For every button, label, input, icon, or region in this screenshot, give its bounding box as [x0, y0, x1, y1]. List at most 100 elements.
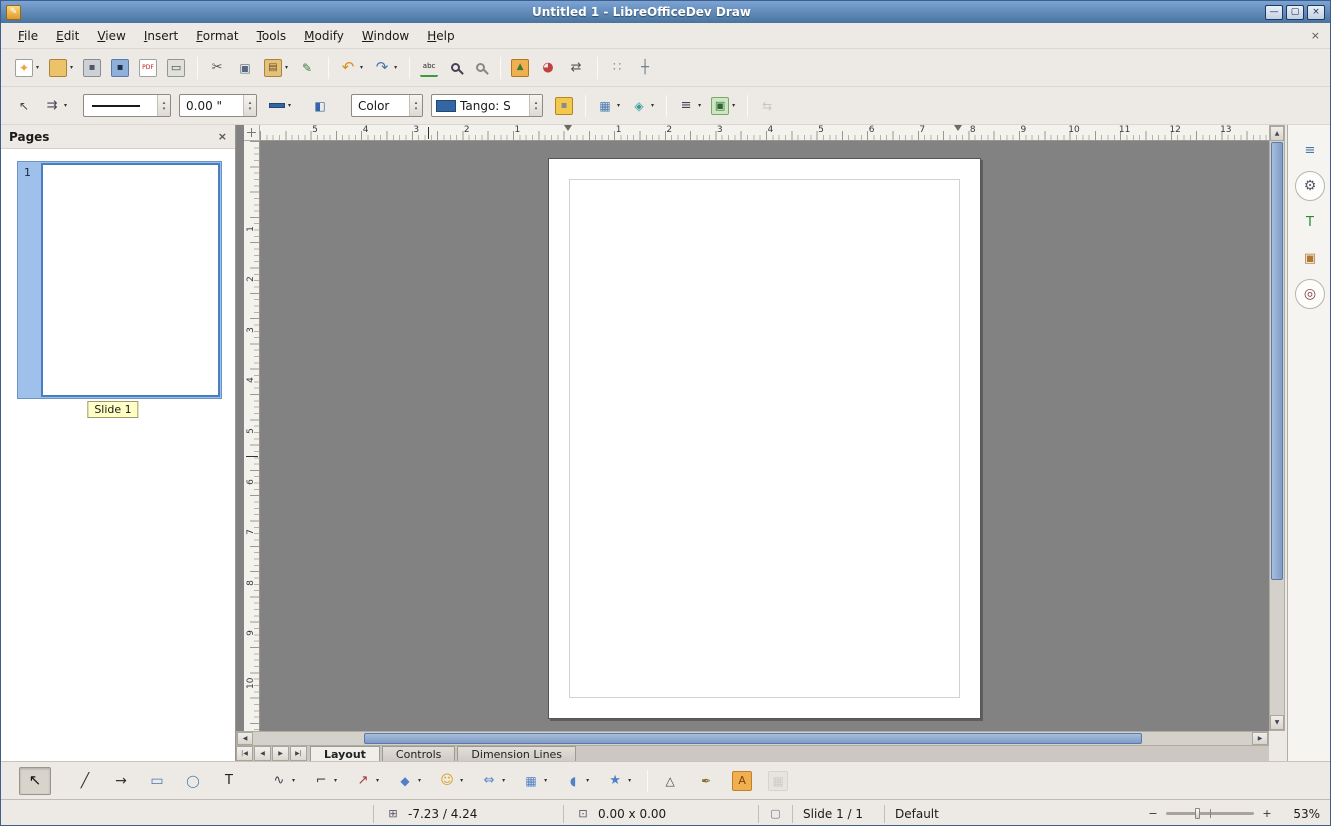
spinner-icon[interactable]: ▴▾: [529, 95, 542, 116]
dropdown-arrow-icon[interactable]: ▾: [376, 777, 379, 784]
clone-formatting-button[interactable]: ✎: [294, 55, 320, 81]
save-as-button[interactable]: ▪: [107, 55, 133, 81]
copy-button[interactable]: ▣: [232, 55, 258, 81]
horizontal-scrollbar-thumb[interactable]: [364, 733, 1142, 744]
menu-tools[interactable]: Tools: [248, 25, 296, 47]
symbol-shapes-button[interactable]: ☺▾: [431, 767, 469, 795]
select-button[interactable]: ↖: [19, 767, 51, 795]
close-panel-icon[interactable]: ×: [218, 130, 227, 143]
basic-shapes-button[interactable]: ◆▾: [389, 767, 427, 795]
print-button[interactable]: ▭: [163, 55, 189, 81]
menu-edit[interactable]: Edit: [47, 25, 88, 47]
dropdown-arrow-icon[interactable]: ▾: [288, 102, 291, 109]
find-replace-button[interactable]: [444, 55, 467, 81]
insert-line-button[interactable]: ╱: [69, 767, 101, 795]
callouts-button[interactable]: ◖▾: [557, 767, 595, 795]
paste-button[interactable]: ▤▾: [260, 55, 292, 81]
dropdown-arrow-icon[interactable]: ▾: [334, 777, 337, 784]
dropdown-arrow-icon[interactable]: ▾: [628, 777, 631, 784]
insert-chart-button[interactable]: ◕: [535, 55, 561, 81]
line-width-input[interactable]: 0.00 " ▴▾: [179, 94, 257, 117]
fill-color-select[interactable]: Tango: S ▴▾: [431, 94, 543, 117]
dropdown-arrow-icon[interactable]: ▾: [586, 777, 589, 784]
close-button[interactable]: ×: [1307, 5, 1325, 20]
dropdown-arrow-icon[interactable]: ▾: [617, 102, 620, 109]
spinner-icon[interactable]: ▴▾: [243, 95, 256, 116]
dropdown-arrow-icon[interactable]: ▾: [36, 64, 39, 71]
page-style-cell[interactable]: Default: [884, 805, 1094, 823]
scroll-up-icon[interactable]: ▲: [1270, 126, 1284, 141]
next-slide-button[interactable]: ▶: [272, 746, 289, 761]
vertical-scrollbar[interactable]: ▲ ▼: [1269, 125, 1285, 731]
arrow-style-button[interactable]: ⇉▾: [39, 93, 71, 119]
dropdown-arrow-icon[interactable]: ▾: [651, 102, 654, 109]
margin-marker-icon[interactable]: [954, 125, 962, 131]
line-ends-arrow-button[interactable]: →: [105, 767, 137, 795]
drawing-page[interactable]: [548, 158, 981, 719]
dropdown-arrow-icon[interactable]: ▾: [285, 64, 288, 71]
zoom-level[interactable]: 53%: [1278, 807, 1320, 821]
styles-button[interactable]: T: [1295, 207, 1325, 237]
insert-image-button[interactable]: ▲: [507, 55, 533, 81]
properties-button[interactable]: ⚙: [1295, 171, 1325, 201]
block-arrows-button[interactable]: ⇔▾: [473, 767, 511, 795]
previous-slide-button[interactable]: ◀: [254, 746, 271, 761]
dropdown-arrow-icon[interactable]: ▾: [418, 777, 421, 784]
lines-and-arrows-button[interactable]: ↗▾: [347, 767, 385, 795]
maximize-button[interactable]: ▢: [1286, 5, 1304, 20]
cut-button[interactable]: ✂: [204, 55, 230, 81]
zoom-slider-thumb[interactable]: [1195, 808, 1200, 819]
menu-insert[interactable]: Insert: [135, 25, 187, 47]
minimize-button[interactable]: —: [1265, 5, 1283, 20]
titlebar[interactable]: ✎ Untitled 1 - LibreOfficeDev Draw —▢×: [1, 1, 1330, 23]
spelling-button[interactable]: abc: [416, 55, 442, 81]
new-button[interactable]: ✦▾: [11, 55, 43, 81]
spinner-icon[interactable]: ▴▾: [157, 95, 170, 116]
tab-layout[interactable]: Layout: [310, 746, 380, 761]
vertical-scrollbar-thumb[interactable]: [1271, 142, 1283, 580]
ellipse-button[interactable]: ◯: [177, 767, 209, 795]
dropdown-arrow-icon[interactable]: ▾: [64, 102, 67, 109]
last-slide-button[interactable]: ▶|: [290, 746, 307, 761]
dropdown-arrow-icon[interactable]: ▾: [502, 777, 505, 784]
menu-format[interactable]: Format: [187, 25, 247, 47]
dropdown-arrow-icon[interactable]: ▾: [544, 777, 547, 784]
align-objects-button[interactable]: ≡▾: [673, 93, 705, 119]
insert-text-box-button[interactable]: T: [213, 767, 245, 795]
edit-points-button[interactable]: ↖: [11, 93, 37, 119]
navigator-button[interactable]: ◎: [1295, 279, 1325, 309]
dropdown-arrow-icon[interactable]: ▾: [732, 102, 735, 109]
flowchart-button[interactable]: ▦▾: [515, 767, 553, 795]
dropdown-arrow-icon[interactable]: ▾: [292, 777, 295, 784]
menu-file[interactable]: File: [9, 25, 47, 47]
menu-help[interactable]: Help: [418, 25, 463, 47]
line-color-button[interactable]: ▾: [265, 93, 295, 119]
tab-dimension-lines[interactable]: Dimension Lines: [457, 746, 576, 761]
redo-button[interactable]: ↷▾: [369, 55, 401, 81]
spinner-icon[interactable]: ▴▾: [409, 95, 422, 116]
scroll-right-icon[interactable]: ▶: [1252, 732, 1268, 745]
open-button[interactable]: ▾: [45, 55, 77, 81]
area-button[interactable]: ◧: [307, 93, 333, 119]
line-style-select[interactable]: ▴▾: [83, 94, 171, 117]
zoom-button[interactable]: [469, 55, 492, 81]
margin-marker-icon[interactable]: [564, 125, 572, 131]
glue-points-button[interactable]: ✒: [690, 767, 722, 795]
save-button[interactable]: ▪: [79, 55, 105, 81]
horizontal-scrollbar[interactable]: ◀ ▶: [236, 731, 1269, 746]
sidebar-settings-button[interactable]: ≡: [1295, 135, 1325, 165]
fontwork-button[interactable]: A: [726, 767, 758, 795]
fill-type-select[interactable]: Color ▴▾: [351, 94, 423, 117]
horizontal-ruler[interactable]: 5432112345678910111213: [260, 125, 1269, 141]
arrange-button[interactable]: ▣▾: [707, 93, 739, 119]
rectangle-button[interactable]: ▭: [141, 767, 173, 795]
zoom-in-button[interactable]: +: [1260, 807, 1274, 820]
gallery-button[interactable]: ▣: [1295, 243, 1325, 273]
menu-view[interactable]: View: [88, 25, 134, 47]
helplines-while-moving-button[interactable]: ┼: [632, 55, 658, 81]
zoom-out-button[interactable]: −: [1146, 807, 1160, 820]
dropdown-arrow-icon[interactable]: ▾: [394, 64, 397, 71]
slide-thumbnail-page[interactable]: [41, 163, 220, 397]
curve-button[interactable]: ∿▾: [263, 767, 301, 795]
crop-image-button[interactable]: ▦▾: [592, 93, 624, 119]
